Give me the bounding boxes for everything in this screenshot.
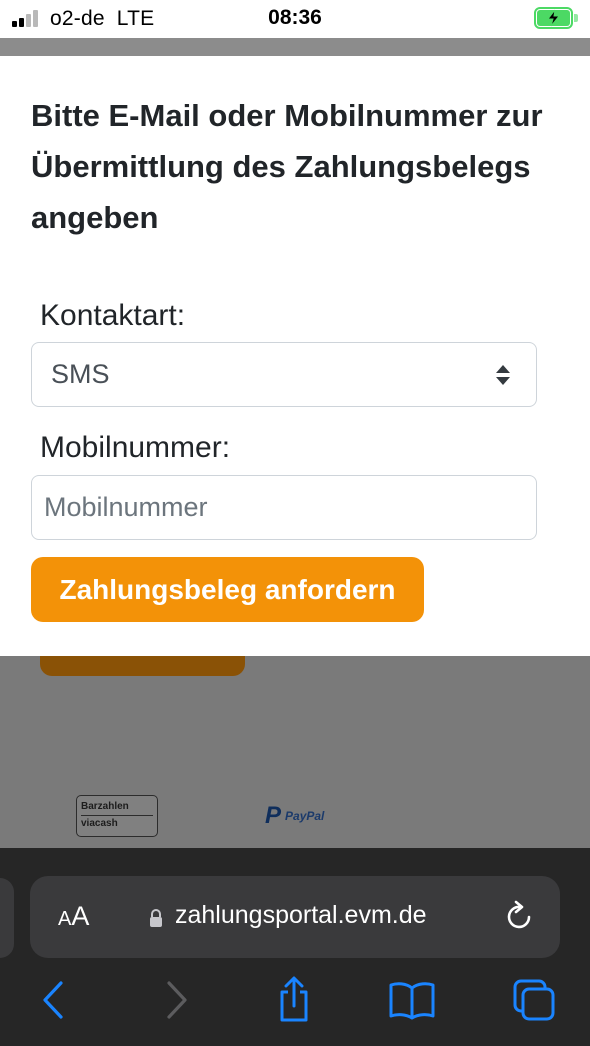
battery-charging-icon [534,7,578,29]
back-icon[interactable] [30,976,78,1024]
paypal-label: PayPal [285,809,325,823]
status-bar: o2-de LTE 08:36 [0,0,590,38]
mobile-number-label: Mobilnummer: [40,431,231,464]
reload-icon[interactable] [504,900,536,934]
select-arrows-icon [496,365,510,385]
status-time: 08:36 [268,6,322,29]
url-text[interactable]: zahlungsportal.evm.de [175,901,427,930]
tabs-icon[interactable] [510,976,558,1024]
previous-tab-preview[interactable] [0,878,14,958]
request-receipt-button[interactable]: Zahlungsbeleg anfordern [31,557,424,622]
browser-toolbar: AA zahlungsportal.evm.de [0,848,590,1046]
text-size-button[interactable]: AA [58,901,89,932]
lock-icon [150,909,162,927]
paypal-mark-icon: P [265,802,282,829]
background-pay-button [40,653,245,676]
backdrop-top-strip [0,38,590,56]
bookmarks-icon[interactable] [388,976,436,1024]
paypal-logo: P PayPal [265,801,324,831]
forward-icon[interactable] [152,976,200,1024]
barzahlen-label: Barzahlen [81,799,153,816]
receipt-request-modal: Bitte E-Mail oder Mobilnummer zur Übermi… [0,56,590,656]
address-bar[interactable]: AA zahlungsportal.evm.de [30,876,560,958]
contact-type-select[interactable]: SMS [31,342,537,407]
barzahlen-viacash-logo: Barzahlen viacash [76,795,158,837]
viacash-label: viacash [81,818,118,829]
contact-type-value: SMS [51,359,110,389]
modal-title: Bitte E-Mail oder Mobilnummer zur Übermi… [31,98,543,235]
browser-nav-row [0,976,590,1036]
contact-type-label: Kontaktart: [40,299,186,332]
mobile-number-input[interactable] [31,475,537,540]
share-icon[interactable] [270,976,318,1024]
